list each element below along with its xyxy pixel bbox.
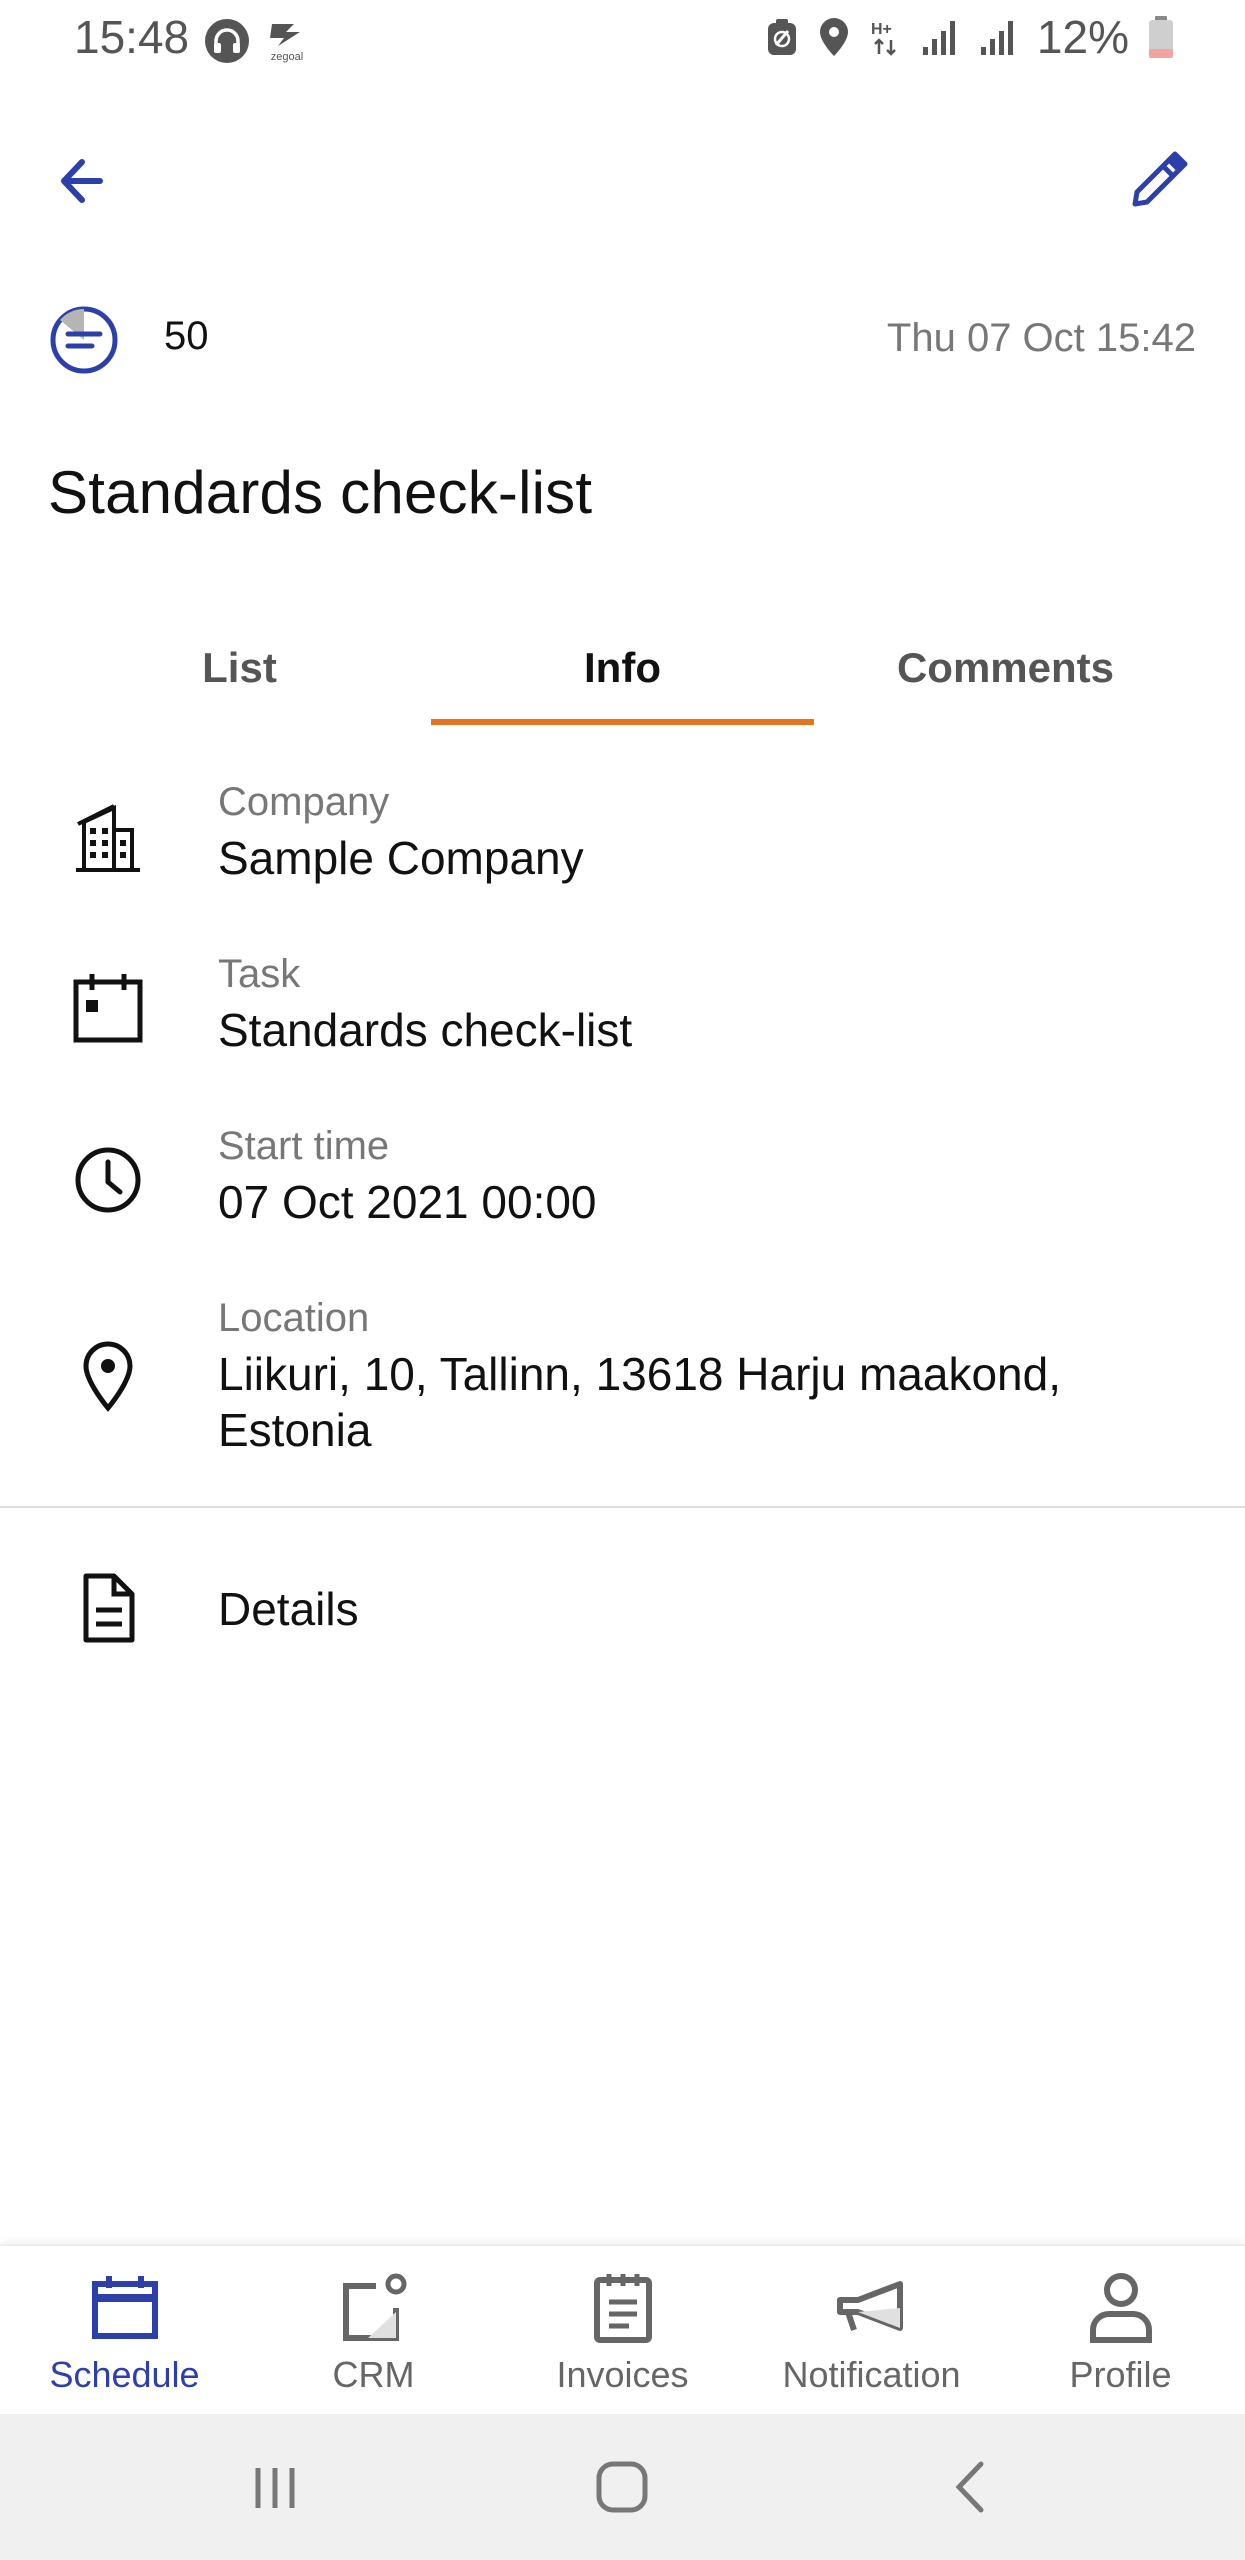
location-icon xyxy=(819,18,848,56)
headphones-icon xyxy=(205,19,249,63)
location-value: Liikuri, 10, Tallinn, 13618 Harju maakon… xyxy=(218,1348,1061,1456)
signal-icon xyxy=(980,21,1013,55)
task-date: Thu 07 Oct 15:42 xyxy=(886,316,1196,360)
svg-text:H+: H+ xyxy=(871,21,892,38)
pencil-icon[interactable] xyxy=(1123,146,1193,216)
building-icon xyxy=(76,804,140,872)
nav-profile[interactable]: Profile xyxy=(996,2246,1245,2414)
task-row: Task Standards check-list xyxy=(0,942,1245,1072)
home-icon[interactable] xyxy=(587,2452,657,2522)
tab-info[interactable]: Info xyxy=(431,610,814,725)
task-status-icon xyxy=(50,306,118,374)
nav-label: Schedule xyxy=(49,2354,200,2395)
document-icon xyxy=(83,1573,135,1643)
recent-apps-icon[interactable] xyxy=(240,2452,310,2522)
person-icon xyxy=(1089,2273,1152,2343)
details-label: Details xyxy=(218,1583,359,1635)
tab-comments[interactable]: Comments xyxy=(814,610,1197,725)
page-title: Standards check-list xyxy=(48,459,593,526)
nav-label: Invoices xyxy=(556,2354,689,2395)
data-saver-icon xyxy=(767,19,796,55)
calendar-icon xyxy=(73,974,143,1043)
tab-list[interactable]: List xyxy=(48,610,431,725)
zegoal-icon: zegoal xyxy=(270,24,303,63)
clipboard-icon xyxy=(593,2274,652,2343)
nav-label: Profile xyxy=(1069,2354,1172,2395)
status-bar: 15:48 zegoal H+ 12% xyxy=(0,0,1245,72)
nav-label: Notification xyxy=(782,2354,961,2395)
clock-icon xyxy=(75,1147,141,1213)
tab-bar: List Info Comments xyxy=(48,610,1197,725)
nav-crm[interactable]: CRM xyxy=(249,2246,498,2414)
bottom-navigation: Schedule CRM Invoices Notification Profi… xyxy=(0,2244,1245,2414)
location-row: Location Liikuri, 10, Tallinn, 13618 Har… xyxy=(0,1286,1245,1466)
task-label: Task xyxy=(218,952,301,996)
megaphone-icon xyxy=(836,2281,903,2331)
signal-icon xyxy=(922,21,955,55)
system-back-icon[interactable] xyxy=(935,2452,1005,2522)
start-time-value: 07 Oct 2021 00:00 xyxy=(218,1176,597,1228)
details-row[interactable]: Details xyxy=(0,1560,1245,1660)
calendar-icon xyxy=(91,2276,158,2339)
network-h-plus-icon: H+ xyxy=(871,21,896,56)
battery-percent: 12% xyxy=(1036,11,1129,63)
task-number: 50 xyxy=(164,314,209,358)
location-label: Location xyxy=(218,1296,370,1340)
status-right: H+ 12% xyxy=(765,10,1175,64)
map-pin-icon xyxy=(83,1341,133,1412)
company-value: Sample Company xyxy=(218,832,584,884)
start-time-label: Start time xyxy=(218,1124,390,1168)
company-label: Company xyxy=(218,780,390,824)
start-time-row: Start time 07 Oct 2021 00:00 xyxy=(0,1114,1245,1244)
svg-text:zegoal: zegoal xyxy=(271,51,303,63)
crm-icon xyxy=(342,2273,406,2341)
battery-icon xyxy=(1149,16,1173,58)
divider xyxy=(0,1506,1245,1508)
nav-notification[interactable]: Notification xyxy=(747,2246,996,2414)
task-value: Standards check-list xyxy=(218,1004,633,1056)
nav-label: CRM xyxy=(332,2354,415,2395)
nav-schedule[interactable]: Schedule xyxy=(0,2246,249,2414)
status-time: 15:48 xyxy=(74,11,190,63)
nav-invoices[interactable]: Invoices xyxy=(498,2246,747,2414)
system-navigation-bar xyxy=(0,2414,1245,2560)
back-arrow-icon[interactable] xyxy=(52,146,122,216)
company-row: Company Sample Company xyxy=(0,770,1245,900)
